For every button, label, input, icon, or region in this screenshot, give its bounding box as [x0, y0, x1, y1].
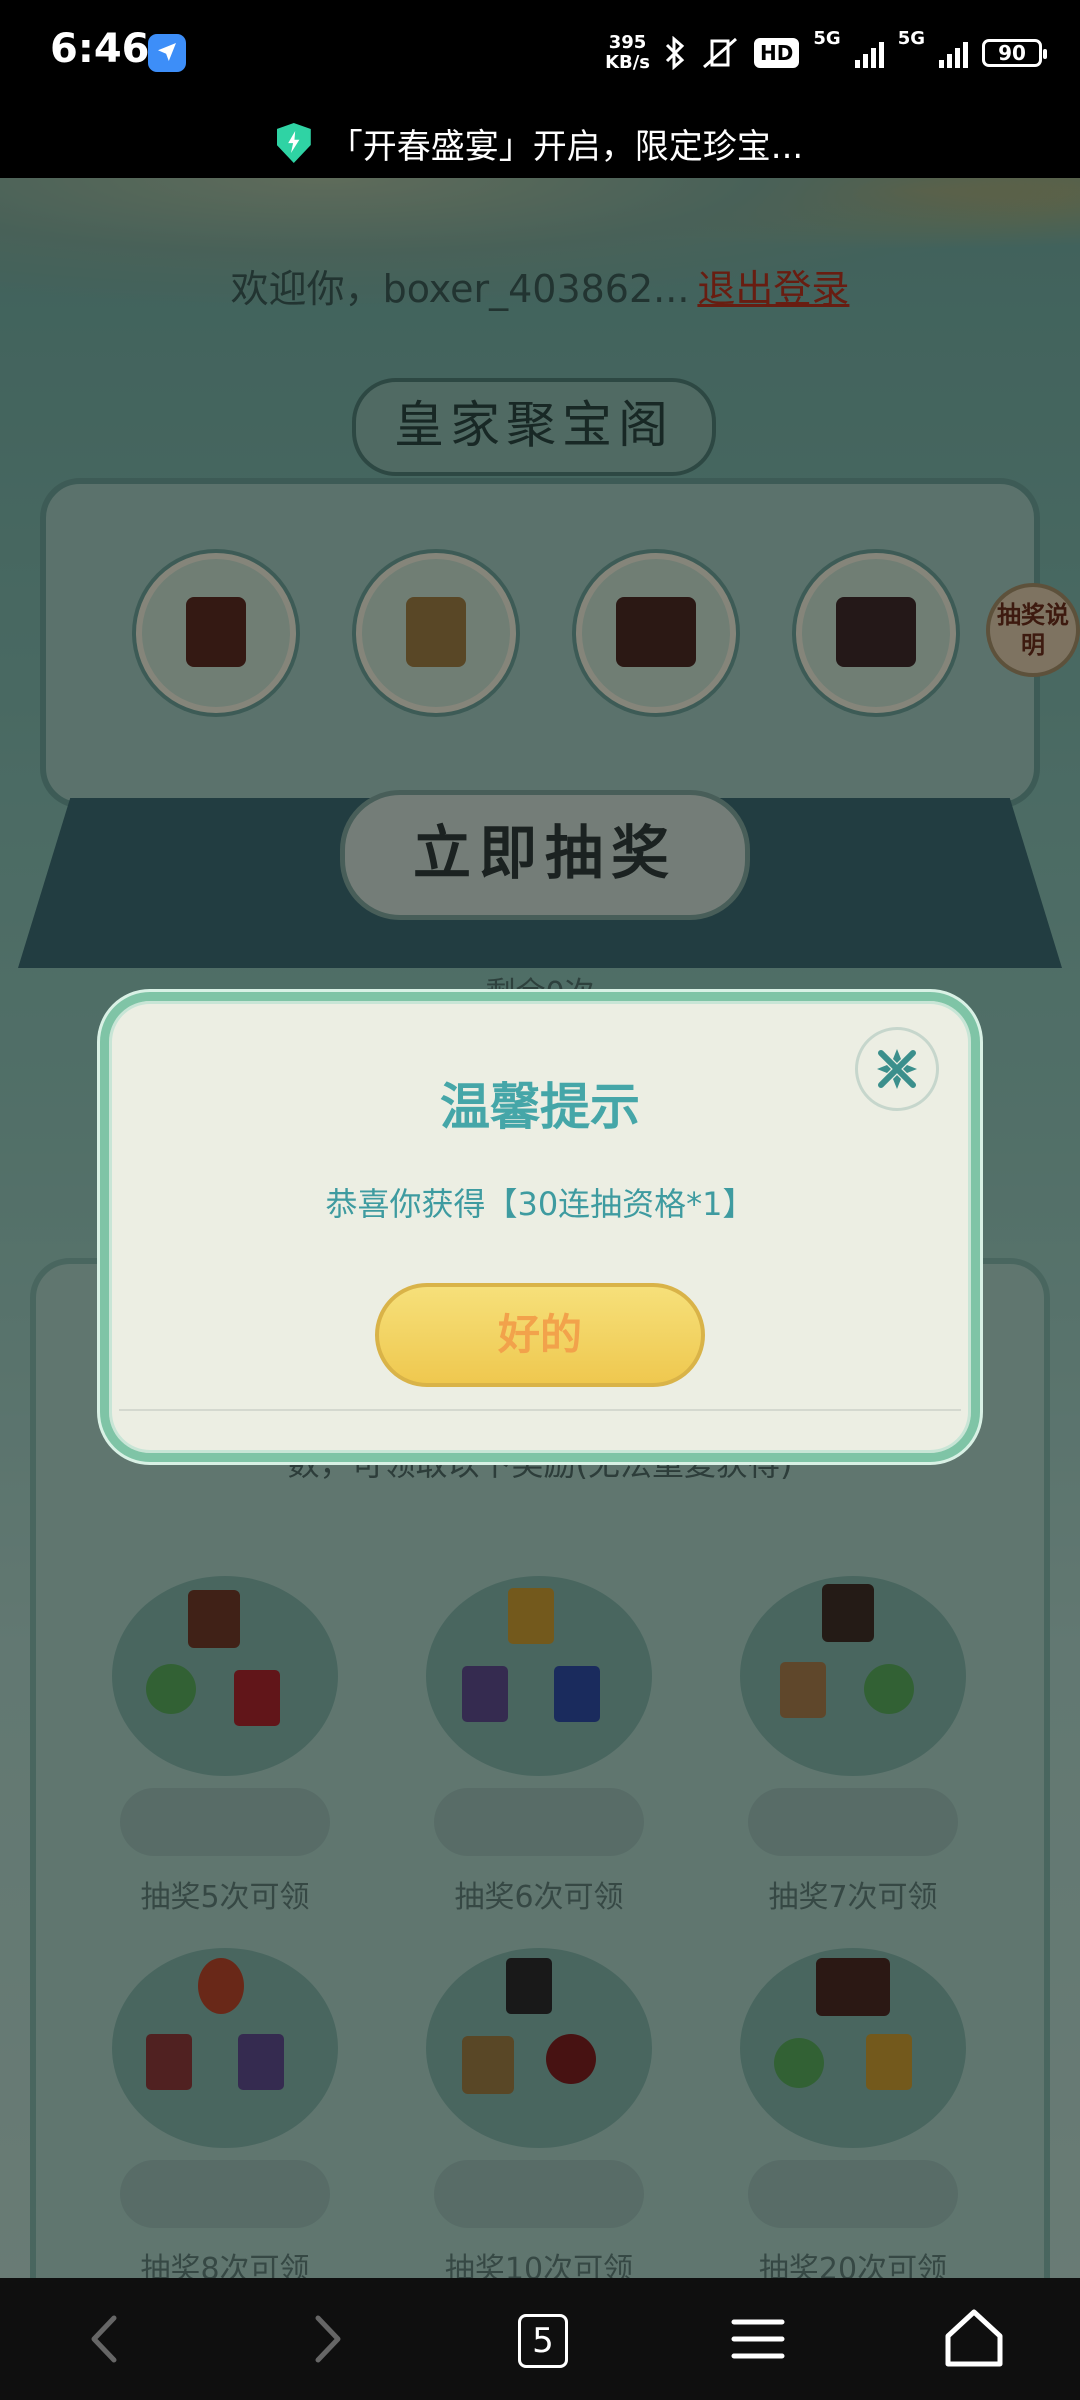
status-bar: 6:46 395 KB/s HD 5G 5G 90: [0, 0, 1080, 108]
network-type-2: 5G: [897, 28, 925, 49]
tabs-button[interactable]: 5: [502, 2302, 582, 2376]
ok-button[interactable]: 好的: [375, 1283, 705, 1387]
page-title: 「开春盛宴」开启，限定珍宝...: [328, 126, 804, 167]
network-speed: 395 KB/s: [605, 33, 650, 73]
tabs-count: 5: [518, 2314, 568, 2368]
menu-button[interactable]: [718, 2302, 798, 2376]
home-button[interactable]: [934, 2302, 1014, 2376]
dialog-title: 温馨提示: [440, 1078, 640, 1136]
signal-strength-icon-1: [854, 38, 884, 68]
app-notification-icon: [148, 34, 186, 72]
network-type-1: 5G: [813, 28, 841, 49]
bluetooth-icon: [665, 36, 685, 70]
menu-icon: [731, 2319, 785, 2359]
browser-nav-bar: 5: [0, 2278, 1080, 2400]
hd-voice-badge: HD: [754, 38, 800, 68]
status-time: 6:46: [50, 26, 150, 72]
forward-button[interactable]: [286, 2302, 366, 2376]
signal-strength-icon-2: [939, 38, 968, 68]
forward-arrow-icon: [315, 2315, 341, 2363]
back-button[interactable]: [66, 2302, 146, 2376]
status-icons: 395 KB/s HD 5G 5G 90: [605, 28, 1047, 78]
network-speed-unit: KB/s: [605, 52, 651, 73]
network-speed-value: 395: [608, 32, 647, 53]
dialog-message: 恭喜你获得【30连抽资格*1】: [325, 1185, 755, 1223]
home-icon: [945, 2309, 1003, 2367]
security-shield-icon: [276, 123, 311, 163]
dialog-divider: [119, 1409, 961, 1411]
notice-dialog: 温馨提示 恭喜你获得【30连抽资格*1】 好的: [100, 992, 980, 1462]
browser-title-bar[interactable]: 「开春盛宴」开启，限定珍宝...: [0, 108, 1080, 178]
battery-icon: 90: [982, 39, 1047, 67]
back-arrow-icon: [91, 2315, 117, 2363]
mute-vibrate-icon: [703, 37, 738, 69]
